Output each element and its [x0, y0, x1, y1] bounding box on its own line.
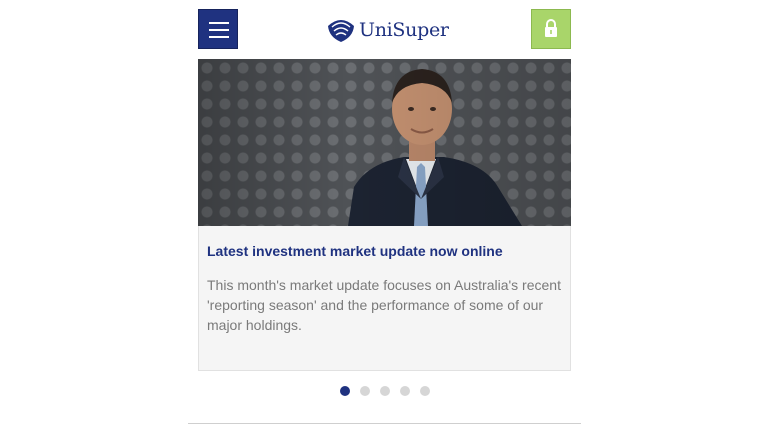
hero-image	[198, 59, 571, 226]
card-title-link[interactable]: Latest investment market update now onli…	[207, 243, 503, 259]
logo-text: UniSuper	[359, 19, 449, 41]
menu-button[interactable]	[198, 9, 238, 49]
login-button[interactable]	[531, 9, 571, 49]
card-summary: This month's market update focuses on Au…	[207, 277, 561, 333]
carousel-dot-1[interactable]	[340, 386, 350, 396]
logo-mark-icon	[328, 20, 354, 42]
carousel-dot-5[interactable]	[420, 386, 430, 396]
news-card[interactable]: Latest investment market update now onli…	[198, 59, 571, 371]
carousel-dot-3[interactable]	[380, 386, 390, 396]
carousel-dot-4[interactable]	[400, 386, 410, 396]
lock-icon	[545, 19, 557, 37]
hamburger-line	[209, 29, 229, 31]
carousel-pagination	[340, 386, 430, 396]
hamburger-line	[209, 36, 229, 38]
divider	[188, 423, 581, 424]
presenter-photo	[348, 69, 522, 226]
carousel-dot-2[interactable]	[360, 386, 370, 396]
hamburger-line	[209, 22, 229, 24]
unisuper-logo[interactable]: UniSuper	[326, 15, 449, 45]
